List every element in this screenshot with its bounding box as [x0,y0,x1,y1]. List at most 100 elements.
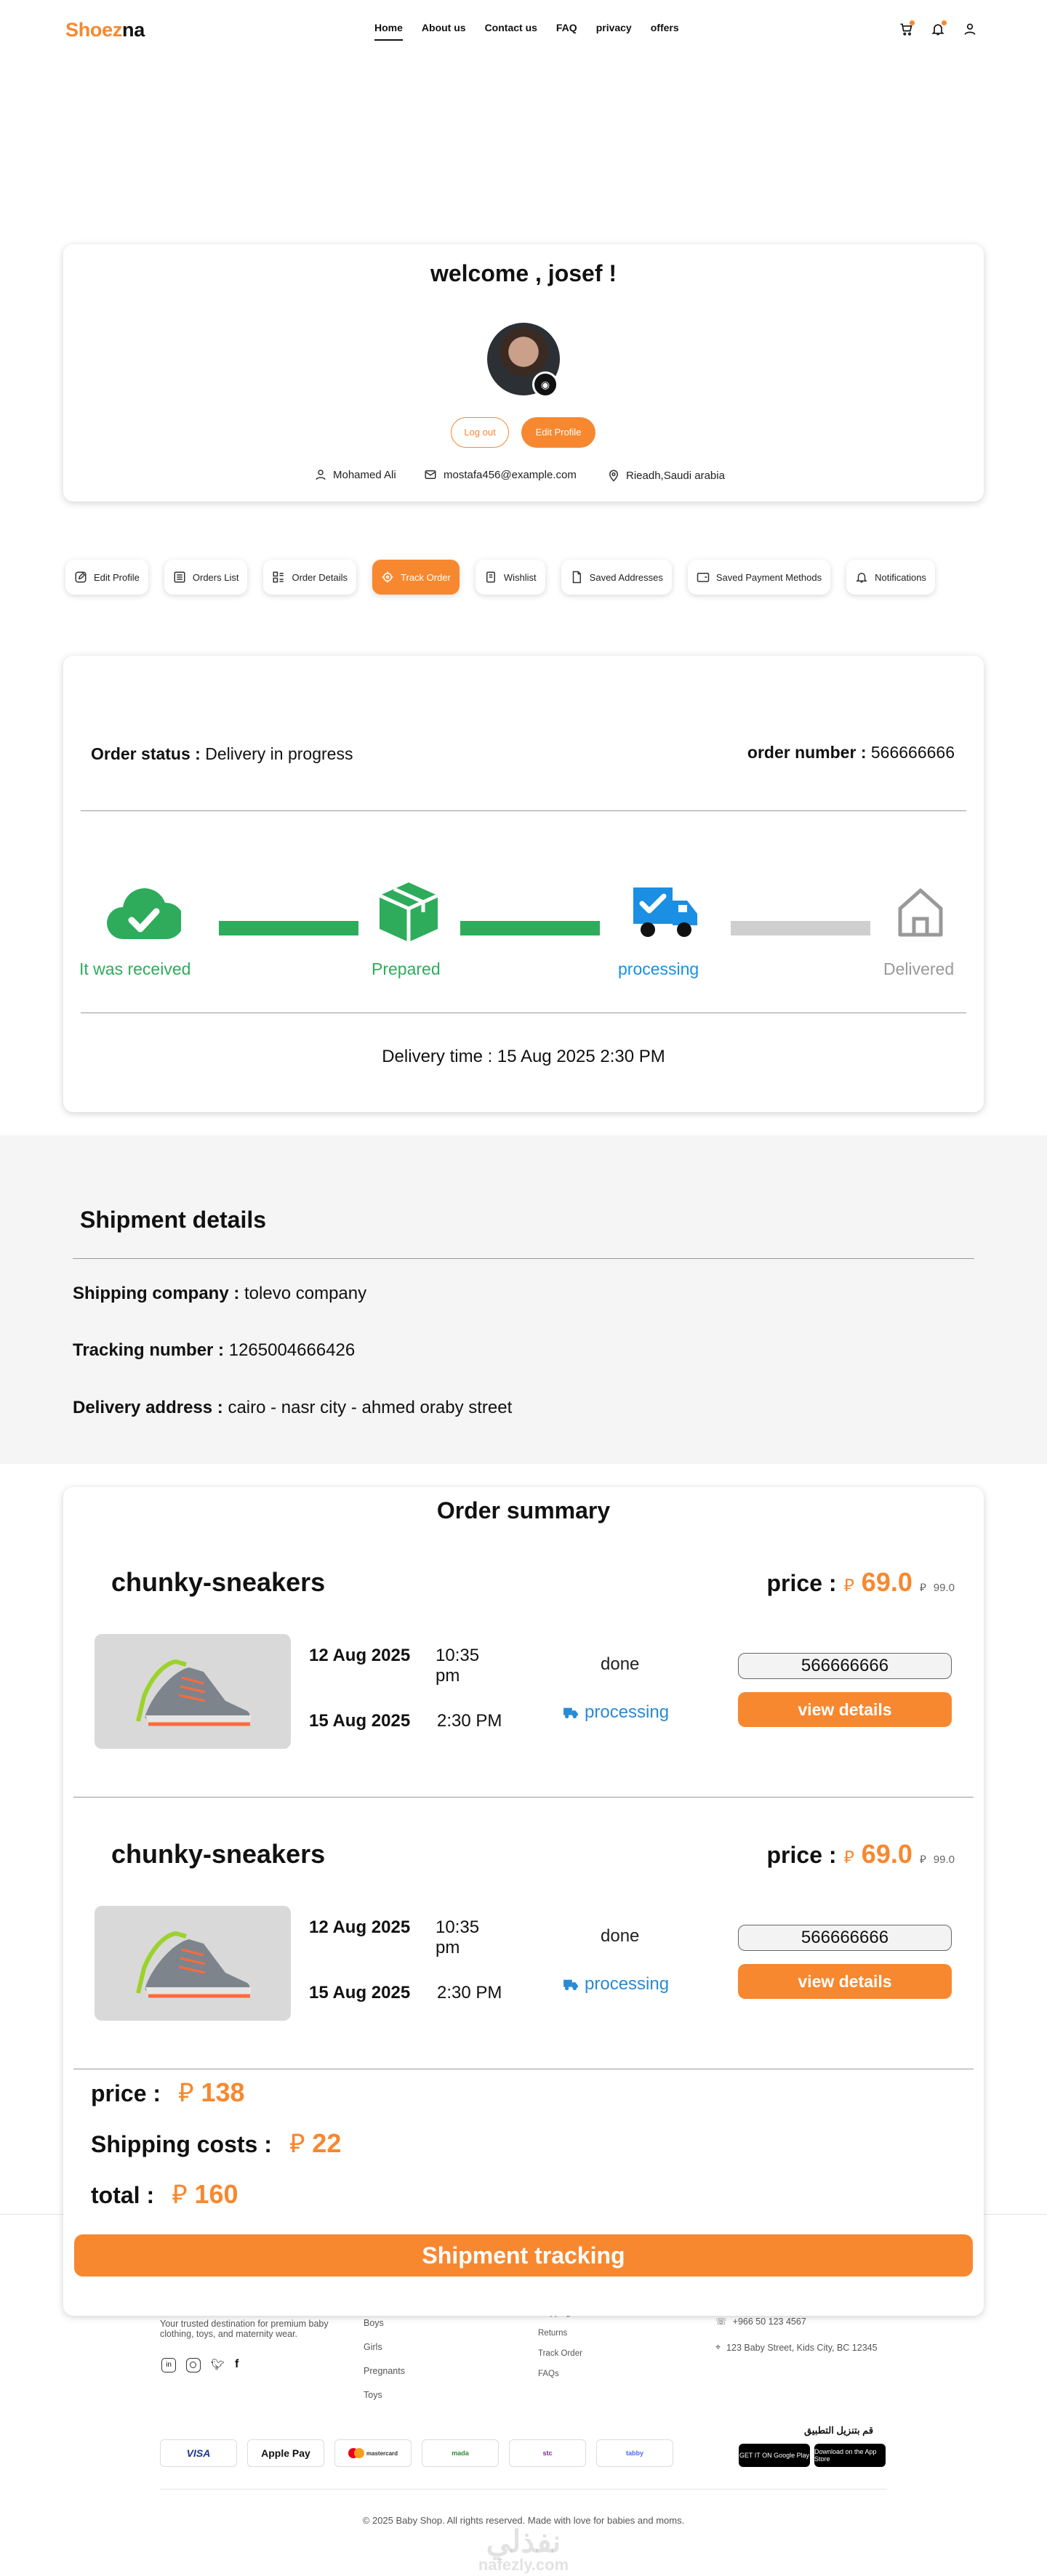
linkedin-icon[interactable]: in [161,2358,176,2372]
view-details-button[interactable]: view details [738,1692,952,1727]
tab-edit-profile[interactable]: Edit Profile [65,560,148,595]
riyal-icon: ⃁ [919,1582,926,1594]
cloud-check-icon [107,888,181,939]
shipping-costs-amount: 22 [312,2128,342,2158]
footer-address-text: 123 Baby Street, Kids City, BC 12345 [726,2342,878,2353]
watermark: nafezly.com [478,2556,569,2574]
step-processing-label: processing [618,959,699,978]
footer-address: ⌖ 123 Baby Street, Kids City, BC 12345 [715,2342,878,2353]
nav-about[interactable]: About us [422,22,466,41]
bell-icon[interactable] [931,20,947,36]
shipment-tracking-button[interactable]: Shipment tracking [74,2234,973,2277]
delivery-address-value: cairo - nasr city - ahmed oraby street [228,1398,513,1417]
riyal-icon: ⃁ [919,1853,926,1866]
step-prepared-label: Prepared [372,959,441,978]
order-date: 12 Aug 2025 [309,1917,410,1938]
shipping-costs-label: Shipping costs : [91,2131,272,2157]
tab-track-order[interactable]: Track Order [372,560,460,595]
profile-card: welcome , josef ! ◉ Log out Edit Profile… [63,244,984,502]
order-time: 10:35 pm [436,1646,479,1686]
nav-privacy[interactable]: privacy [596,22,632,41]
profile-location-text: Rieadh,Saudi arabia [626,469,725,482]
download-app-label: قم بتنزيل التطبيق [804,2425,874,2436]
tab-label: Notifications [875,571,926,583]
step-delivered-label: Delivered [883,959,955,978]
google-play-badge[interactable]: GET IT ON Google Play [739,2444,810,2467]
footer-phone: ☏ +966 50 123 4567 [715,2316,806,2327]
mastercard-logo: mastercard [334,2439,412,2467]
divider [73,1797,974,1798]
footer-cat-link[interactable]: Girls [364,2335,405,2359]
box-icon [378,882,439,942]
camera-icon[interactable]: ◉ [532,371,558,398]
delivery-date-text: 15 Aug 2025 [309,1711,411,1731]
product-price: price : ⃁ 69.0 ⃁ 99.0 [767,1839,955,1869]
order-done-status: done [601,1654,640,1674]
edit-profile-button[interactable]: Edit Profile [521,417,595,448]
footer-cat-link[interactable]: Toys [364,2383,405,2407]
price-label: price : [766,1570,837,1596]
shipping-company: Shipping company : tolevo company [73,1284,366,1304]
logout-button[interactable]: Log out [451,417,509,448]
footer-link[interactable]: Returns [538,2323,587,2343]
tab-wishlist[interactable]: Wishlist [475,560,545,595]
progress-bar-1 [219,921,358,935]
logo[interactable]: Shoezna [65,19,145,41]
cart-icon[interactable] [899,20,915,36]
view-details-button[interactable]: view details [738,1964,952,1999]
nav-offers[interactable]: offers [651,22,679,41]
footer-phone-text: +966 50 123 4567 [732,2316,806,2327]
shipping-company-label: Shipping company : [73,1284,240,1303]
subtotal-label: price : [91,2080,161,2106]
subtotal-value: ⃁ 138 [178,2074,244,2109]
tab-saved-addresses[interactable]: Saved Addresses [561,560,672,595]
order-status-sep: : [195,744,201,763]
bell-icon [856,573,867,583]
applepay-logo: Apple Pay [247,2439,324,2467]
twitter-icon[interactable]: 🐦︎ [211,2358,225,2372]
tab-orders-list[interactable]: Orders List [164,560,248,595]
footer-categories: Boys Girls Pregnants Toys [364,2311,405,2407]
step-received-label: It was received [79,959,191,978]
instagram-icon[interactable] [186,2358,201,2372]
nav-contact[interactable]: Contact us [485,22,537,41]
tab-label: Order Details [292,571,348,583]
profile-name: Mohamed Ali [314,468,396,481]
user-icon[interactable] [963,22,977,36]
product-image[interactable] [95,1906,291,2021]
footer-cat-link[interactable]: Pregnants [364,2359,405,2383]
order-status: Order status : Delivery in progress [91,744,353,764]
tracking-number-value: 1265004666426 [228,1340,356,1360]
tabby-logo: tabby [596,2439,673,2467]
subtotal: price : ⃁ 138 [91,2074,245,2109]
profile-email-text: mostafa456@example.com [444,468,577,481]
product-image[interactable] [95,1634,291,1749]
facebook-icon[interactable]: f [235,2358,238,2372]
total-label: total : [91,2182,155,2208]
order-time-ampm: pm [436,1666,460,1686]
profile-name-text: Mohamed Ali [333,468,396,481]
nav-faq[interactable]: FAQ [556,22,577,41]
tab-notifications[interactable]: Notifications [846,560,935,595]
footer-link[interactable]: FAQs [538,2364,587,2384]
tab-order-details[interactable]: Order Details [263,560,357,595]
person-icon [316,470,326,480]
tab-label: Saved Addresses [589,571,663,583]
divider [81,810,966,811]
phone-icon: ☏ [715,2317,727,2327]
nav-home[interactable]: Home [374,22,403,41]
mastercard-label: mastercard [366,2450,398,2457]
app-store-badge[interactable]: Download on the App Store [814,2444,886,2467]
delivery-address: Delivery address : cairo - nasr city - a… [73,1398,512,1418]
truck-icon [563,1979,578,1991]
tab-label: Track Order [401,571,451,583]
order-time: 10:35 pm [436,1917,479,1958]
sneaker-image [136,1931,252,1998]
footer-link[interactable]: Track Order [538,2343,587,2364]
progress-bar-3 [731,921,870,935]
wishlist-icon [486,571,495,583]
price-label: price : [766,1842,837,1868]
tab-saved-payment[interactable]: Saved Payment Methods [687,560,831,595]
order-status-value: Delivery in progress [205,744,353,763]
total: total : ⃁ 160 [91,2176,238,2210]
